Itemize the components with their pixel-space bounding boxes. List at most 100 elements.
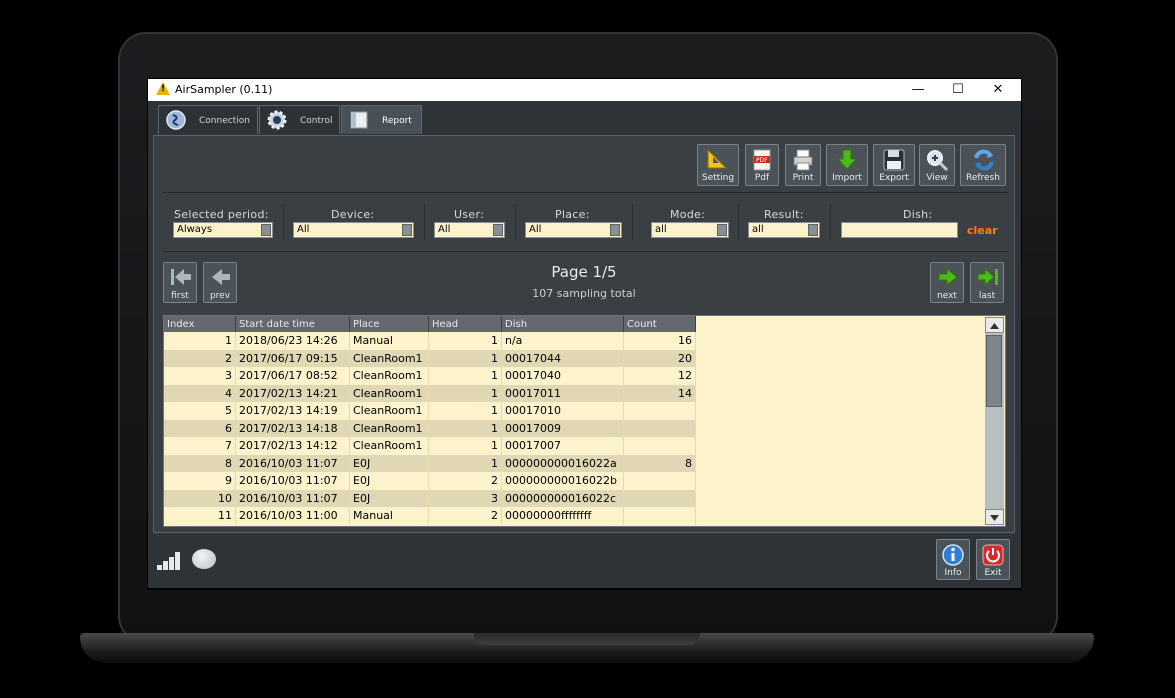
- refresh-button[interactable]: Refresh: [960, 144, 1006, 186]
- view-button[interactable]: View: [919, 144, 955, 186]
- first-page-icon: [171, 269, 191, 285]
- table-row[interactable]: 3 2017/06/17 08:52 CleanRoom1 1 00017040 12: [164, 367, 696, 385]
- table-row[interactable]: 5 2017/02/13 14:19 CleanRoom1 1 00017010: [164, 402, 696, 420]
- table-header-row: Index Start date time Place Head Dish Co…: [164, 316, 696, 332]
- divider: [283, 204, 284, 240]
- user-select[interactable]: All: [434, 222, 505, 238]
- first-label: first: [171, 291, 189, 301]
- divider: [830, 204, 831, 240]
- power-icon: [982, 544, 1004, 566]
- cell-place: CleanRoom1: [349, 402, 429, 420]
- cell-dish: n/a: [501, 332, 624, 350]
- column-header-index[interactable]: Index: [164, 316, 236, 332]
- cell-head: 3: [428, 489, 502, 507]
- cell-head: 1: [428, 437, 502, 455]
- last-page-button[interactable]: last: [970, 262, 1004, 303]
- cell-dish: 00000000ffffffff: [501, 507, 624, 525]
- prev-page-button[interactable]: prev: [203, 262, 237, 303]
- period-select[interactable]: Always: [173, 222, 273, 238]
- table-row[interactable]: 1 2018/06/23 14:26 Manual 1 n/a 16: [164, 332, 696, 350]
- divider: [515, 204, 516, 240]
- tab-label: Report: [382, 116, 412, 126]
- import-button[interactable]: Import: [826, 144, 868, 186]
- exit-button[interactable]: Exit: [976, 539, 1010, 580]
- table-row[interactable]: 10 2016/10/03 11:07 E0J 3 000000000016022c: [164, 489, 696, 507]
- mode-select[interactable]: all: [651, 222, 729, 238]
- printer-icon: [793, 149, 813, 171]
- tab-connection[interactable]: Connection: [158, 105, 258, 134]
- cell-count: [623, 402, 696, 420]
- device-select[interactable]: All: [293, 222, 414, 238]
- cell-start-date: 2016/10/03 11:07: [235, 489, 350, 507]
- cell-start-date: 2017/02/13 14:19: [235, 402, 350, 420]
- column-header-start-date[interactable]: Start date time: [235, 316, 350, 332]
- info-label: Info: [944, 568, 962, 578]
- prev-label: prev: [209, 291, 231, 301]
- result-label: Result:: [764, 208, 804, 221]
- cell-head: 1: [428, 419, 502, 437]
- last-page-icon: [977, 267, 998, 287]
- scroll-down-button[interactable]: [985, 509, 1004, 525]
- minimize-button[interactable]: —: [898, 79, 938, 101]
- place-select[interactable]: All: [525, 222, 622, 238]
- table-row[interactable]: 2 2017/06/17 09:15 CleanRoom1 1 00017044 20: [164, 349, 696, 367]
- export-label: Export: [879, 173, 909, 183]
- table-row[interactable]: 11 2016/10/03 11:00 Manual 2 00000000fffffff…: [164, 507, 696, 525]
- table-row[interactable]: 9 2016/10/03 11:07 E0J 2 000000000016022b: [164, 472, 696, 490]
- cell-dish: 00017044: [501, 349, 624, 367]
- pdf-button[interactable]: PDF Pdf: [745, 144, 779, 186]
- divider: [162, 251, 1008, 252]
- cell-index: 3: [164, 367, 236, 385]
- cell-place: CleanRoom1: [349, 349, 429, 367]
- cell-count: [623, 472, 696, 490]
- import-label: Import: [832, 173, 862, 183]
- tab-control[interactable]: Control: [259, 105, 340, 134]
- cell-start-date: 2016/10/03 11:00: [235, 507, 350, 525]
- export-button[interactable]: Export: [873, 144, 915, 186]
- user-value: All: [438, 224, 451, 235]
- scroll-up-button[interactable]: [985, 317, 1004, 333]
- print-button[interactable]: Print: [785, 144, 821, 186]
- cell-index: 6: [164, 419, 236, 437]
- cell-head: 2: [428, 507, 502, 525]
- dish-field[interactable]: [841, 222, 958, 238]
- cell-index: 4: [164, 384, 236, 402]
- dropdown-knob-icon: [261, 224, 271, 236]
- scroll-thumb[interactable]: [986, 335, 1002, 407]
- cell-place: CleanRoom1: [349, 437, 429, 455]
- cell-count: [623, 437, 696, 455]
- column-header-place[interactable]: Place: [349, 316, 429, 332]
- column-header-dish[interactable]: Dish: [501, 316, 624, 332]
- refresh-icon: [974, 149, 994, 171]
- setting-button[interactable]: Setting: [697, 144, 739, 186]
- cell-index: 10: [164, 489, 236, 507]
- column-header-head[interactable]: Head: [428, 316, 502, 332]
- cell-start-date: 2017/02/13 14:18: [235, 419, 350, 437]
- cell-start-date: 2018/06/23 14:26: [235, 332, 350, 350]
- column-header-count[interactable]: Count: [623, 316, 696, 332]
- tab-report[interactable]: Report: [341, 105, 422, 134]
- close-button[interactable]: ✕: [978, 79, 1018, 101]
- info-button[interactable]: Info: [936, 539, 970, 580]
- clear-button[interactable]: clear: [967, 224, 998, 237]
- table-row[interactable]: 7 2017/02/13 14:12 CleanRoom1 1 00017007: [164, 437, 696, 455]
- dropdown-knob-icon: [717, 224, 727, 236]
- table-row[interactable]: 6 2017/02/13 14:18 CleanRoom1 1 00017009: [164, 419, 696, 437]
- connection-status-indicator: [192, 549, 216, 569]
- scroll-up-arrow-icon: [990, 323, 999, 329]
- floppy-disk-icon: [883, 149, 905, 171]
- user-label: User:: [454, 208, 485, 221]
- cell-head: 1: [428, 454, 502, 472]
- maximize-button[interactable]: ☐: [938, 79, 978, 101]
- table-row[interactable]: 8 2016/10/03 11:07 E0J 1 000000000016022a 8: [164, 454, 696, 472]
- table-row[interactable]: 4 2017/02/13 14:21 CleanRoom1 1 00017011 14: [164, 384, 696, 402]
- cell-place: CleanRoom1: [349, 367, 429, 385]
- result-select[interactable]: all: [748, 222, 820, 238]
- cell-place: CleanRoom1: [349, 419, 429, 437]
- window-title: AirSampler (0.11): [175, 83, 273, 96]
- mode-value: all: [655, 224, 667, 235]
- first-page-button[interactable]: first: [163, 262, 197, 303]
- magnifier-icon: [927, 150, 949, 172]
- vertical-scrollbar[interactable]: [985, 317, 1004, 525]
- next-page-button[interactable]: next: [930, 262, 964, 303]
